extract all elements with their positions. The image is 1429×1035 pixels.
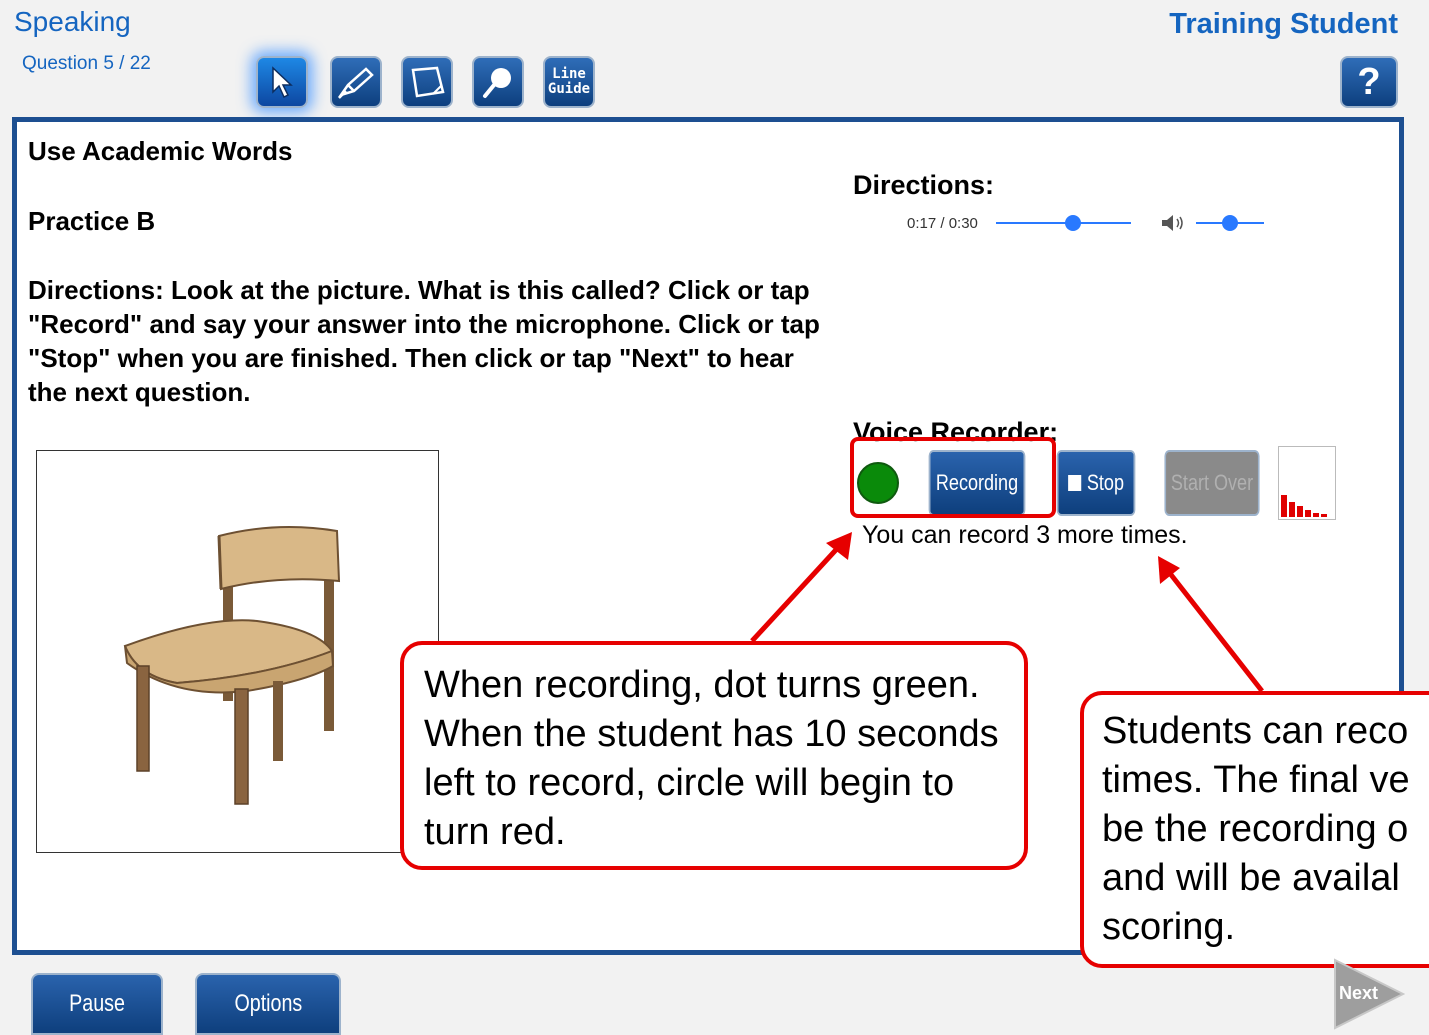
callout-line: Students can reco <box>1102 710 1409 752</box>
question-counter: Question 5 / 22 <box>22 53 151 74</box>
start-over-label: Start Over <box>1170 470 1254 495</box>
level-meter-bars <box>1281 495 1327 517</box>
magnifier-tool-button[interactable] <box>472 56 524 108</box>
student-name: Training Student <box>1169 8 1398 40</box>
meter-bar <box>1305 510 1311 517</box>
rerecord-callout: Students can reco times. The final ve be… <box>1080 691 1429 968</box>
stop-button[interactable]: Stop <box>1056 450 1136 516</box>
stop-icon <box>1068 475 1082 491</box>
stop-button-label: Stop <box>1086 470 1124 495</box>
meter-bar <box>1281 495 1287 517</box>
magnifier-icon <box>483 68 511 98</box>
pause-label: Pause <box>69 990 125 1017</box>
chair-illustration-icon <box>123 526 341 805</box>
callout-line: be the recording o <box>1102 808 1409 850</box>
pointer-tool-button[interactable] <box>256 56 308 108</box>
options-button[interactable]: Options <box>195 973 341 1035</box>
item-subtitle: Practice B <box>28 206 156 236</box>
notepad-icon <box>411 66 445 98</box>
callout-line: and will be availal <box>1102 857 1400 899</box>
audio-progress-handle[interactable] <box>1064 215 1081 231</box>
callout-line: times. The final ve <box>1102 759 1410 801</box>
audio-time: 0:17 / 0:30 <box>907 215 978 232</box>
item-picture <box>36 450 439 853</box>
directions-heading: Directions: <box>853 170 995 200</box>
start-over-button[interactable]: Start Over <box>1164 450 1260 516</box>
item-directions: Directions: Look at the picture. What is… <box>28 275 820 407</box>
meter-bar <box>1321 514 1327 517</box>
recording-callout: When recording, dot turns green. When th… <box>400 641 1028 870</box>
recording-highlight-box <box>850 437 1056 518</box>
callout-line: scoring. <box>1102 906 1236 948</box>
line-guide-label: Line Guide <box>547 66 591 97</box>
highlighter-tool-button[interactable] <box>330 56 382 108</box>
volume-handle[interactable] <box>1222 215 1238 231</box>
audio-progress-slider[interactable] <box>996 222 1131 224</box>
speaker-icon[interactable] <box>1160 212 1188 234</box>
meter-bar <box>1289 502 1295 517</box>
pointer-icon <box>272 66 293 99</box>
remaining-recordings-text: You can record 3 more times. <box>862 521 1188 549</box>
pause-button[interactable]: Pause <box>31 973 163 1035</box>
audio-level-meter <box>1278 446 1336 520</box>
next-label: Next <box>1339 983 1379 1003</box>
subject-title: Speaking <box>14 6 131 37</box>
help-button[interactable]: ? <box>1340 56 1398 108</box>
item-title: Use Academic Words <box>28 136 293 166</box>
highlighter-icon <box>337 67 374 99</box>
notepad-tool-button[interactable] <box>401 56 453 108</box>
meter-bar <box>1313 513 1319 517</box>
next-button[interactable]: Next <box>1333 958 1406 1030</box>
line-guide-button[interactable]: Line Guide <box>543 56 595 108</box>
meter-bar <box>1297 506 1303 517</box>
options-label: Options <box>234 990 302 1017</box>
